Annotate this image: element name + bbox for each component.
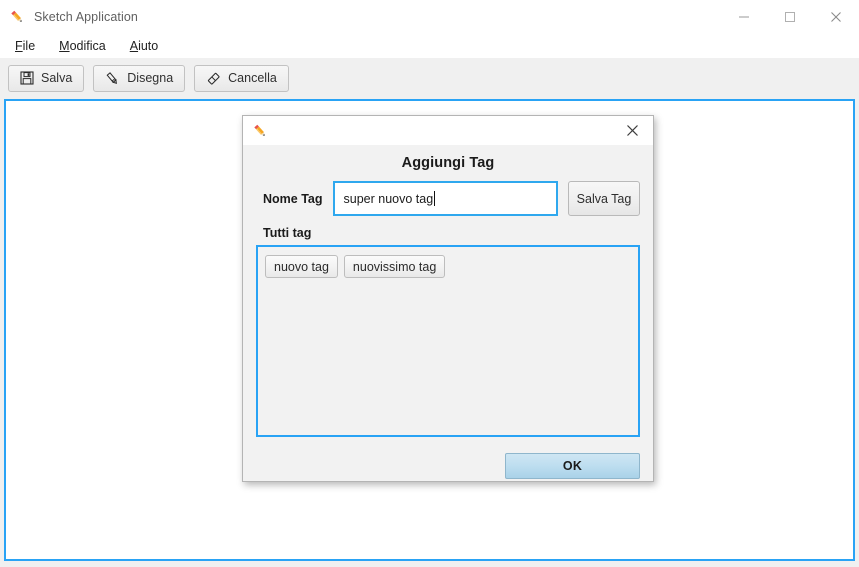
maximize-icon [785, 11, 795, 22]
title-bar: Sketch Application [0, 0, 859, 33]
window-controls [721, 0, 859, 33]
tags-panel: nuovo tag nuovissimo tag [256, 245, 640, 437]
close-icon [831, 11, 841, 22]
pencil-icon [105, 71, 120, 86]
tag-chip[interactable]: nuovissimo tag [343, 255, 446, 278]
dialog-title-bar [243, 116, 653, 145]
draw-button[interactable]: Disegna [93, 64, 186, 92]
text-caret [434, 191, 436, 206]
minimize-icon [739, 16, 749, 17]
maximize-button[interactable] [767, 0, 813, 33]
tag-name-input[interactable]: super nuovo tag [332, 181, 558, 216]
status-strip [0, 561, 859, 567]
dialog-heading: Aggiungi Tag [401, 155, 495, 171]
all-tags-label: Tutti tag [263, 226, 312, 240]
dialog-body: Aggiungi Tag Nome Tag super nuovo tag Sa… [243, 145, 653, 437]
ok-button[interactable]: OK [505, 453, 640, 479]
menu-item-aiuto-mnemonic: A [129, 38, 139, 53]
menu-bar: File Modifica Aiuto [0, 33, 859, 58]
dialog-close-button[interactable] [615, 116, 649, 145]
erase-button[interactable]: Cancella [194, 64, 289, 92]
tag-chip-label: nuovo tag [274, 259, 329, 274]
add-tag-dialog: Aggiungi Tag Nome Tag super nuovo tag Sa… [242, 115, 654, 482]
save-tag-button-label: Salva Tag [576, 191, 632, 206]
minimize-button[interactable] [721, 0, 767, 33]
tag-form-row: Nome Tag super nuovo tag Salva Tag [256, 181, 640, 216]
tag-name-input-value: super nuovo tag [343, 191, 434, 206]
save-button-label: Salva [41, 71, 73, 85]
eraser-icon [206, 71, 221, 86]
window-title: Sketch Application [34, 9, 138, 24]
pencil-icon [9, 9, 25, 25]
tag-chip-label: nuovissimo tag [352, 259, 437, 274]
close-icon [626, 125, 638, 136]
floppy-disk-icon [20, 71, 34, 85]
dialog-footer: OK [243, 437, 653, 495]
pencil-icon [252, 123, 268, 139]
menu-item-modifica[interactable]: Modifica [58, 37, 107, 55]
menu-item-aiuto[interactable]: Aiuto [129, 37, 160, 55]
draw-button-label: Disegna [127, 71, 174, 85]
tag-name-label: Nome Tag [263, 191, 323, 206]
save-tag-button[interactable]: Salva Tag [568, 181, 640, 216]
menu-item-file-mnemonic: F [15, 38, 23, 53]
ok-button-label: OK [562, 459, 583, 473]
menu-item-modifica-label: odifica [69, 38, 106, 53]
toolbar: Salva Disegna Cancella [0, 58, 859, 99]
save-button[interactable]: Salva [8, 64, 85, 92]
menu-item-file-label: ile [22, 38, 36, 53]
menu-item-aiuto-label: iuto [138, 38, 159, 53]
tag-chip[interactable]: nuovo tag [265, 255, 338, 278]
erase-button-label: Cancella [228, 71, 277, 85]
menu-item-file[interactable]: File [14, 37, 36, 55]
menu-item-modifica-mnemonic: M [59, 38, 70, 53]
close-button[interactable] [813, 0, 859, 33]
